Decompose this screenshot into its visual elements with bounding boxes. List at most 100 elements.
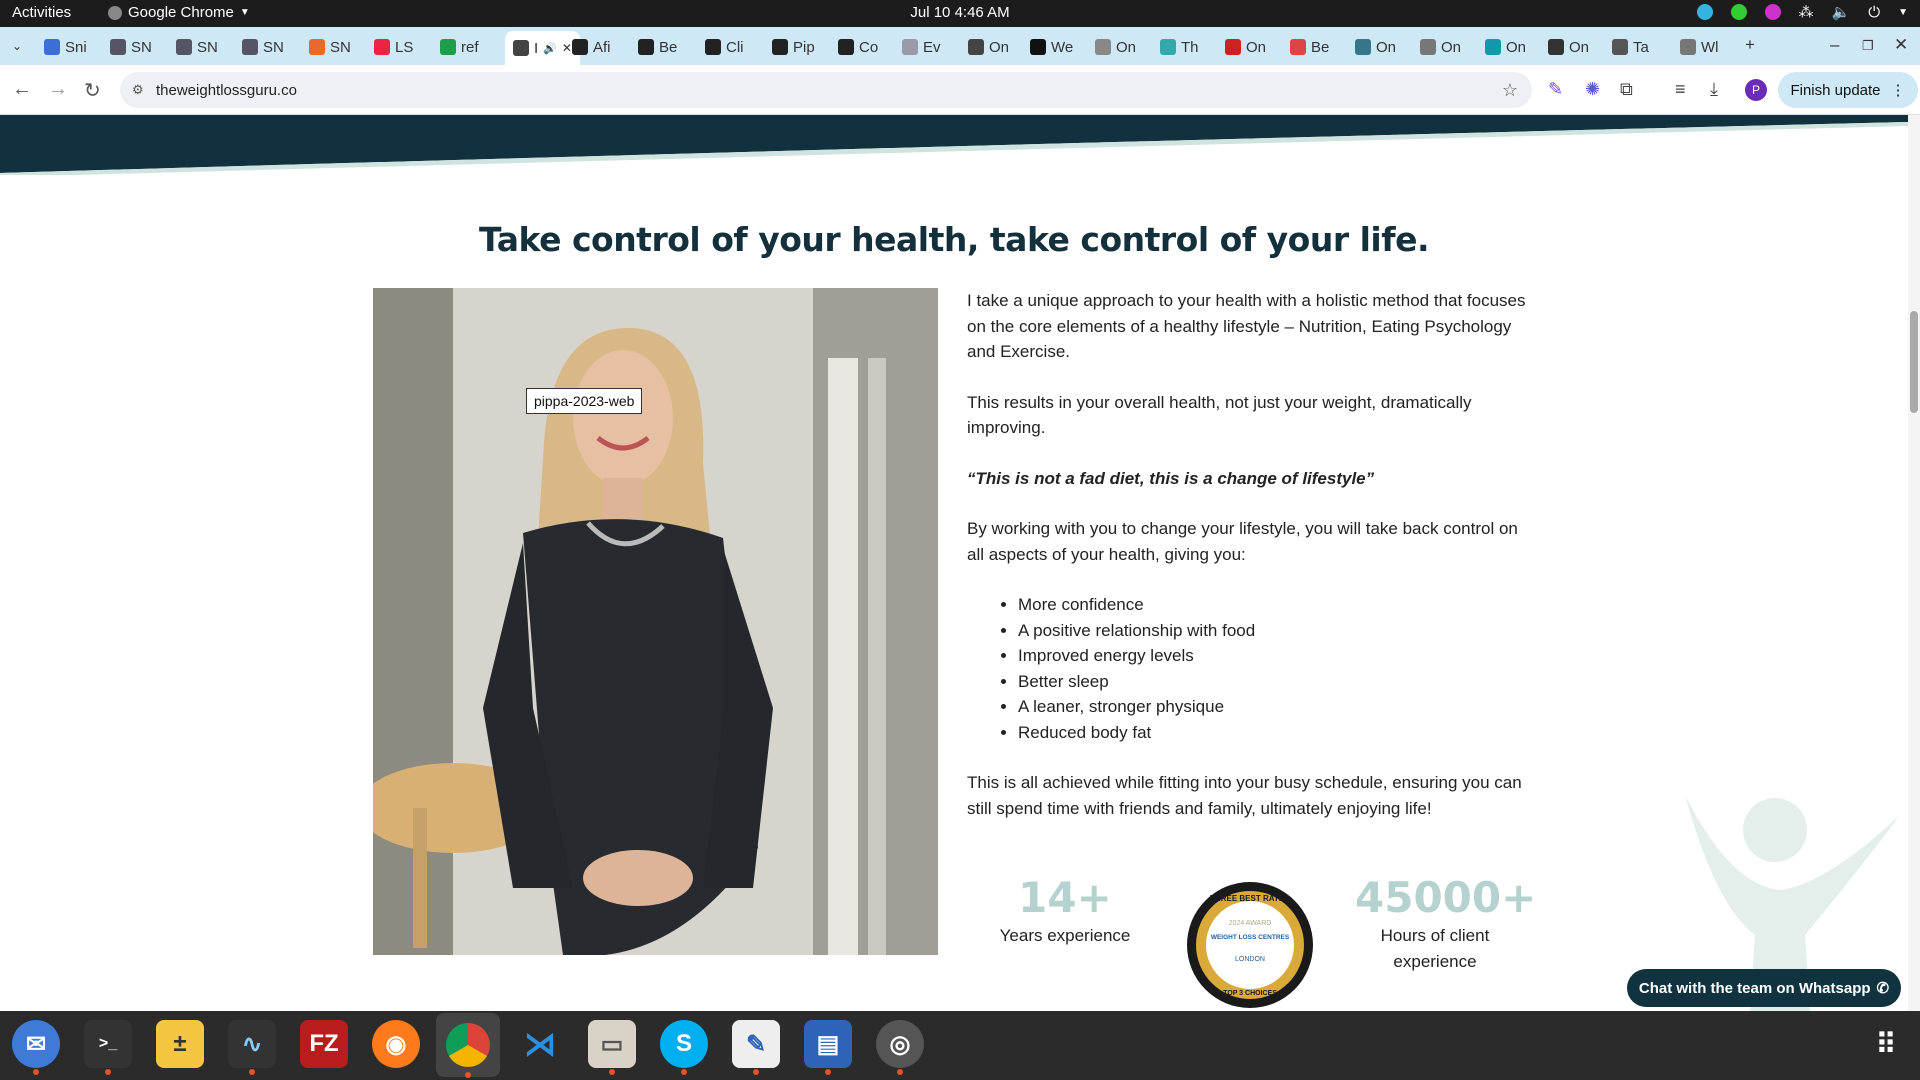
tab-label: We	[1051, 38, 1074, 56]
filezilla-icon[interactable]: FZ	[300, 1020, 348, 1068]
new-tab-button[interactable]: +	[1745, 35, 1755, 55]
tab-item[interactable]: Be	[1290, 33, 1329, 61]
volume-icon[interactable]: 🔈	[1832, 3, 1851, 21]
show-apps-grid-icon[interactable]: ⠿	[1862, 1020, 1910, 1068]
power-icon[interactable]: ⏻	[1868, 4, 1880, 21]
address-bar[interactable]: ⚙ theweightlossguru.co ☆	[120, 72, 1532, 108]
minimize-button[interactable]: –	[1830, 35, 1839, 55]
portrait-illustration	[373, 288, 938, 955]
tab-favicon-icon	[1612, 39, 1628, 55]
bookmark-star-icon[interactable]: ☆	[1502, 80, 1518, 101]
reading-list-icon[interactable]: ≡	[1675, 79, 1686, 100]
tab-label: On	[989, 38, 1010, 56]
list-item: More confidence	[1018, 592, 1537, 618]
page-scrollbar[interactable]	[1908, 115, 1920, 1011]
list-item: A leaner, stronger physique	[1018, 694, 1537, 720]
tab-label: Be	[659, 38, 678, 56]
download-icon[interactable]: ⤓	[1710, 79, 1718, 100]
tab-item[interactable]: Cli	[705, 33, 744, 61]
tab-item[interactable]: Ev	[902, 33, 941, 61]
tab-item[interactable]: ref	[440, 33, 479, 61]
site-info-icon[interactable]: ⚙	[132, 82, 144, 98]
back-button[interactable]: ←	[12, 78, 32, 101]
tab-favicon-icon	[1548, 39, 1564, 55]
benefits-list: More confidence A positive relationship …	[1018, 592, 1537, 745]
restore-button[interactable]: ❐	[1862, 38, 1874, 54]
reload-button[interactable]: ↻	[84, 78, 101, 103]
activities-button[interactable]: Activities	[12, 4, 71, 21]
tab-favicon-icon	[176, 39, 192, 55]
network-icon[interactable]: ⁂	[1799, 3, 1814, 21]
app-menu-label: Google Chrome	[128, 4, 234, 21]
disk-utility-icon[interactable]: ◎	[876, 1020, 924, 1075]
forward-button[interactable]: →	[48, 78, 68, 101]
files-icon[interactable]: ▭	[588, 1020, 636, 1075]
chevron-down-icon[interactable]: ▼	[1898, 7, 1908, 18]
tab-item[interactable]: SN	[242, 33, 284, 61]
tab-item[interactable]: On	[1095, 33, 1136, 61]
tab-item[interactable]: SN	[110, 33, 152, 61]
tab-item[interactable]: We	[1030, 33, 1073, 61]
tray-app-icon[interactable]	[1730, 4, 1747, 20]
tab-favicon-icon	[1680, 39, 1696, 55]
tab-label: Sni	[65, 38, 87, 56]
portrait-photo	[373, 288, 938, 955]
system-monitor-icon[interactable]: ∿	[228, 1020, 276, 1075]
tab-item[interactable]: On	[1548, 33, 1589, 61]
app-menu[interactable]: Google Chrome ▼	[108, 4, 250, 21]
tray-app-icon[interactable]	[1696, 4, 1713, 20]
tab-item[interactable]: On	[1420, 33, 1461, 61]
skype-icon[interactable]: S	[660, 1020, 708, 1075]
tab-label: On	[1116, 38, 1137, 56]
tab-item[interactable]: LS	[374, 33, 413, 61]
tab-item[interactable]: Be	[638, 33, 677, 61]
tab-item[interactable]: Th	[1160, 33, 1199, 61]
tab-item[interactable]: On	[1225, 33, 1266, 61]
chrome-icon[interactable]	[436, 1013, 500, 1078]
header-wave-band	[0, 115, 1908, 175]
chrome-app-icon	[108, 5, 122, 20]
tab-item[interactable]: I 🔊 ✕	[505, 31, 580, 65]
scrollbar-thumb[interactable]	[1910, 311, 1918, 413]
address-url[interactable]: theweightlossguru.co	[156, 82, 297, 99]
tab-item[interactable]: SN	[176, 33, 218, 61]
close-tab-icon[interactable]: ✕	[562, 41, 572, 55]
calculator-icon[interactable]: ±	[156, 1020, 204, 1068]
tab-item[interactable]: Wl	[1680, 33, 1719, 61]
tab-item[interactable]: Pip	[772, 33, 815, 61]
tab-item[interactable]: Ta	[1612, 33, 1649, 61]
tab-item[interactable]: SN	[309, 33, 351, 61]
audio-playing-icon[interactable]: 🔊	[543, 42, 557, 55]
badge-bottom-text: TOP 3 CHOICES	[1223, 990, 1277, 997]
tab-item[interactable]: On	[1485, 33, 1526, 61]
tab-favicon-icon	[772, 39, 788, 55]
finish-update-button[interactable]: Finish update ⋮	[1778, 72, 1918, 108]
whatsapp-chat-button[interactable]: Chat with the team on Whatsapp ✆	[1627, 969, 1901, 1007]
tab-search-icon[interactable]: ⌄	[12, 39, 22, 53]
tab-item[interactable]: Co	[838, 33, 878, 61]
profile-avatar[interactable]: P	[1745, 79, 1767, 101]
tab-label: SN	[197, 38, 218, 56]
clock[interactable]: Jul 10 4:46 AM	[0, 4, 1920, 21]
stat-label: Hours of client experience	[1380, 926, 1490, 971]
system-tray[interactable]: ⁂ 🔈 ⏻ ▼	[1696, 3, 1908, 21]
text-editor-icon[interactable]: ✎	[732, 1020, 780, 1075]
tab-item[interactable]: Sni	[44, 33, 87, 61]
extension-icon[interactable]: ✺	[1585, 79, 1600, 100]
document-viewer-icon[interactable]: ▤	[804, 1020, 852, 1075]
pen-extension-icon[interactable]: ✎	[1548, 79, 1563, 100]
tray-app-icon[interactable]	[1764, 4, 1781, 20]
extensions-puzzle-icon[interactable]: ⧉	[1620, 79, 1633, 100]
vscode-icon[interactable]: ⋊	[516, 1020, 564, 1068]
firefox-icon[interactable]: ◉	[372, 1020, 420, 1068]
tab-item[interactable]: On	[1355, 33, 1396, 61]
tab-item[interactable]: On	[968, 33, 1009, 61]
close-window-button[interactable]: ✕	[1894, 35, 1908, 55]
terminal-icon[interactable]: >_	[84, 1020, 132, 1075]
more-menu-icon[interactable]: ⋮	[1891, 81, 1906, 99]
closing-paragraph: This is all achieved while fitting into …	[967, 773, 1522, 818]
thunderbird-icon[interactable]: ✉	[12, 1020, 60, 1075]
finish-update-label: Finish update	[1790, 81, 1881, 99]
tab-favicon-icon	[44, 39, 60, 55]
tab-item[interactable]: Afi	[572, 33, 611, 61]
